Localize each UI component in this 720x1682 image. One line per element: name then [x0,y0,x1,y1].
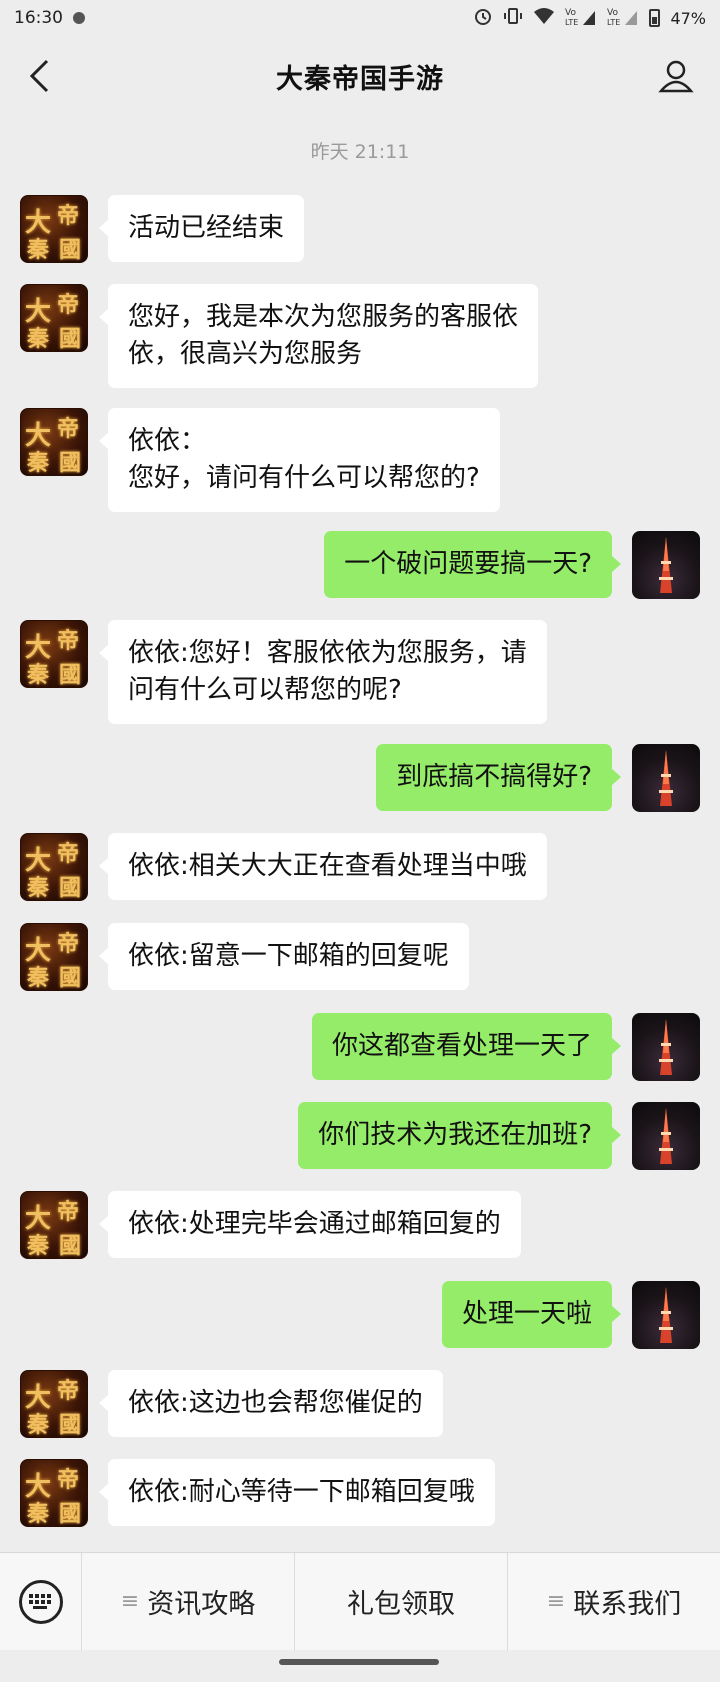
outgoing-message-bubble[interactable]: 处理一天啦 [441,1281,622,1348]
menu-item-gift[interactable]: 礼包领取 [295,1552,508,1651]
incoming-message-bubble[interactable]: 依依:耐心等待一下邮箱回复哦 [99,1459,495,1526]
avatar-glyph: 帝 [57,292,80,318]
game-avatar[interactable]: 大 帝 秦 國 [20,195,88,263]
game-avatar[interactable]: 大 帝 秦 國 [20,923,88,991]
vibrate-icon [503,6,523,30]
avatar-glyph: 帝 [57,1378,80,1404]
avatar-glyph: 國 [59,1233,82,1259]
game-avatar[interactable]: 大 帝 秦 國 [20,620,88,688]
incoming-message-bubble[interactable]: 您好，我是本次为您服务的客服依 依，很高兴为您服务 [98,284,539,388]
outgoing-message-bubble[interactable]: 一个破问题要搞一天? [324,531,621,598]
tower-icon [659,750,673,806]
avatar-glyph: 秦 [27,237,50,263]
game-avatar[interactable]: 大 帝 秦 國 [20,833,88,901]
incoming-message-bubble[interactable]: 依依： 您好，请问有什么可以帮您的? [99,408,500,512]
avatar-glyph: 帝 [57,628,80,654]
chat-title: 大秦帝国手游 [276,63,444,95]
notification-dot-icon [73,12,85,24]
svg-text:LTE: LTE [565,18,578,26]
svg-text:Vo: Vo [565,8,576,18]
avatar-glyph: 國 [59,662,82,688]
incoming-message-bubble[interactable]: 活动已经结束 [98,195,305,262]
avatar-glyph: 秦 [27,875,50,901]
incoming-message-bubble[interactable]: 依依:留意一下邮箱的回复呢 [99,923,469,990]
incoming-message-bubble[interactable]: 依依:处理完毕会通过邮箱回复的 [99,1191,521,1258]
chevron-left-icon [29,59,49,93]
status-icons: Vo LTE Vo LTE 47% [473,6,706,30]
avatar-glyph: 國 [59,1501,82,1527]
submenu-icon: ≡ [120,1589,140,1614]
status-bar: 16:30 Vo LTE Vo LTE 47% [0,0,720,36]
status-time: 16:30 [14,8,63,28]
avatar-glyph: 國 [59,965,82,991]
avatar-glyph: 秦 [27,662,50,688]
game-avatar[interactable]: 大 帝 秦 國 [20,1459,88,1527]
volte-signal-icon: Vo LTE [565,6,597,30]
menu-item-label: 礼包领取 [347,1589,455,1620]
user-avatar[interactable] [632,531,700,599]
menu-item-label: 资讯攻略 [147,1589,256,1620]
game-avatar[interactable]: 大 帝 秦 國 [20,1370,88,1438]
outgoing-message-bubble[interactable]: 到底搞不搞得好? [376,744,621,811]
avatar-glyph: 帝 [57,931,80,957]
battery-icon [649,9,661,27]
battery-percent: 47% [670,8,706,28]
svg-text:Vo: Vo [607,8,618,18]
svg-text:LTE: LTE [607,18,620,26]
wifi-icon [533,7,555,29]
submenu-icon: ≡ [546,1589,566,1614]
home-indicator[interactable] [279,1659,439,1665]
person-icon [658,60,694,93]
tower-icon [659,1019,673,1075]
message-timestamp: 昨天 21:11 [310,141,410,163]
menu-item-label: 联系我们 [573,1589,682,1620]
title-bar: 大秦帝国手游 [0,36,720,116]
incoming-message-bubble[interactable]: 依依:这边也会帮您催促的 [99,1370,443,1437]
volte-signal-icon: Vo LTE [607,6,639,30]
back-button[interactable] [18,54,62,98]
avatar-glyph: 國 [59,875,82,901]
user-avatar[interactable] [632,1281,700,1349]
avatar-glyph: 國 [59,1412,82,1438]
outgoing-message-bubble[interactable]: 你们技术为我还在加班? [298,1102,621,1169]
avatar-glyph: 國 [59,326,82,352]
avatar-glyph: 秦 [27,326,50,352]
incoming-message-bubble[interactable]: 依依:相关大大正在查看处理当中哦 [99,833,547,900]
avatar-glyph: 秦 [27,1412,50,1438]
avatar-glyph: 秦 [27,450,50,476]
outgoing-message-bubble[interactable]: 你这都查看处理一天了 [311,1013,622,1080]
avatar-glyph: 秦 [27,1501,50,1527]
avatar-glyph: 秦 [27,1233,50,1259]
menu-item-guides[interactable]: ≡ 资讯攻略 [82,1552,295,1651]
avatar-glyph: 帝 [57,416,80,442]
service-menu-bar: ≡ 资讯攻略 礼包领取 ≡ 联系我们 [0,1552,720,1651]
incoming-message-bubble[interactable]: 依依:您好！客服依依为您服务，请 问有什么可以帮您的呢? [99,620,547,724]
tower-icon [659,1108,673,1164]
user-avatar[interactable] [632,744,700,812]
user-avatar[interactable] [632,1102,700,1170]
menu-item-contact[interactable]: ≡ 联系我们 [508,1553,720,1651]
profile-button[interactable] [652,52,700,100]
avatar-glyph: 秦 [27,965,50,991]
tower-icon [659,1287,673,1343]
avatar-glyph: 帝 [57,1467,80,1493]
game-avatar[interactable]: 大 帝 秦 國 [20,408,88,476]
keyboard-toggle-button[interactable] [0,1552,82,1651]
chat-screen: 16:30 Vo LTE Vo LTE 47% 大秦帝国手游 昨天 21:11 … [0,0,720,1682]
user-avatar[interactable] [632,1013,700,1081]
avatar-glyph: 帝 [57,1199,80,1225]
avatar-glyph: 國 [59,237,82,263]
game-avatar[interactable]: 大 帝 秦 國 [20,1191,88,1259]
game-avatar[interactable]: 大 帝 秦 國 [20,284,88,352]
alarm-icon [473,6,493,30]
avatar-glyph: 帝 [57,203,80,229]
tower-icon [659,537,673,593]
keyboard-icon [18,1579,63,1624]
avatar-glyph: 國 [59,450,82,476]
avatar-glyph: 帝 [57,841,80,867]
